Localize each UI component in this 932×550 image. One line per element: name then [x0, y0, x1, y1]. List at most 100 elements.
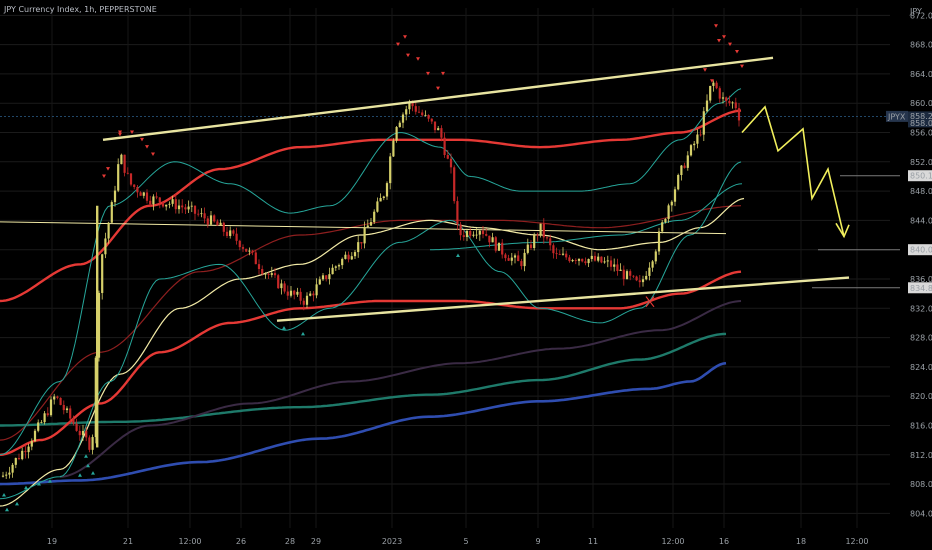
- level-badge-label: 850.1: [910, 172, 932, 181]
- candle-body: [709, 85, 712, 101]
- candle-body: [139, 192, 142, 196]
- candle-body: [645, 275, 648, 280]
- candle-body: [357, 242, 360, 253]
- candle-body: [369, 222, 373, 226]
- candle-body: [328, 274, 331, 280]
- candle-body: [536, 234, 539, 236]
- candle-body: [312, 293, 315, 296]
- candle-body: [725, 97, 728, 101]
- candle-body: [648, 267, 651, 276]
- x-tick-label: 12:00: [178, 537, 201, 546]
- candle-body: [107, 222, 110, 239]
- candle-body: [667, 205, 670, 219]
- candle-body: [325, 275, 328, 280]
- candle-body: [62, 404, 65, 411]
- candle-body: [181, 205, 184, 208]
- candle-body: [331, 267, 334, 275]
- candle-body: [235, 233, 238, 241]
- candle-body: [110, 202, 113, 223]
- candle-body: [75, 423, 78, 431]
- candle-body: [549, 238, 552, 246]
- candle-body: [241, 247, 245, 249]
- candle-body: [670, 201, 673, 206]
- candle-body: [85, 430, 88, 438]
- candle-body: [193, 205, 197, 214]
- candle-body: [661, 222, 664, 232]
- candle-body: [481, 230, 485, 235]
- candle-body: [296, 291, 299, 295]
- candle-body: [232, 230, 235, 234]
- candle-body: [433, 121, 437, 131]
- y-tick-label: 820.0: [910, 392, 932, 401]
- candle-body: [501, 242, 504, 255]
- chart-svg[interactable]: 804.0 808.0 812.0 816.0 820.0 824.0 828.0 832.0…: [0, 0, 932, 550]
- candle-body: [721, 97, 725, 99]
- candle-body: [126, 172, 129, 174]
- candle-body: [523, 252, 526, 267]
- candle-body: [622, 269, 625, 280]
- candle-body: [456, 201, 459, 225]
- candle-body: [478, 230, 481, 235]
- candle-body: [197, 213, 200, 215]
- candle-body: [635, 276, 638, 281]
- candle-body: [302, 300, 305, 305]
- candle-body: [651, 261, 654, 268]
- candle-body: [600, 256, 603, 263]
- candle-body: [254, 252, 257, 265]
- y-tick-label: 844.0: [910, 216, 932, 225]
- candle-body: [21, 450, 24, 460]
- candle-body: [229, 230, 232, 236]
- candle-body: [158, 197, 161, 203]
- candle-body: [453, 167, 456, 202]
- y-tick-label: 832.0: [910, 304, 932, 313]
- candle-body: [654, 251, 657, 262]
- candle-body: [206, 218, 209, 225]
- breakout-candle: [96, 205, 99, 448]
- candle-body: [117, 164, 120, 191]
- symbol-badge-label: JPYX: [887, 112, 906, 121]
- candle-body: [718, 88, 721, 99]
- candle-body: [251, 250, 254, 253]
- current-price-label: 858.0: [910, 119, 932, 128]
- y-tick-label: 824.0: [910, 363, 932, 372]
- x-tick-label: 29: [311, 537, 321, 546]
- candle-body: [1, 475, 5, 477]
- x-tick-label: 12:00: [845, 537, 868, 546]
- candle-body: [485, 234, 488, 236]
- candle-body: [597, 256, 600, 261]
- candle-body: [190, 205, 193, 207]
- candle-body: [337, 265, 341, 267]
- y-tick-label: 856.0: [910, 129, 932, 138]
- y-tick-label: 864.0: [910, 70, 932, 79]
- candle-body: [261, 268, 264, 274]
- candle-body: [392, 140, 395, 157]
- candle-body: [734, 102, 737, 109]
- candle-body: [78, 430, 81, 436]
- candle-body: [459, 224, 462, 236]
- candle-body: [440, 128, 443, 138]
- candle-body: [699, 134, 702, 136]
- candle-body: [689, 145, 693, 156]
- candle-body: [469, 230, 472, 236]
- x-tick-label: 16: [719, 537, 729, 546]
- candle-body: [542, 223, 545, 238]
- candle-body: [14, 458, 17, 465]
- candle-body: [638, 280, 641, 283]
- candle-body: [437, 128, 440, 131]
- candle-body: [533, 234, 536, 249]
- level-badge-label: 834.8: [910, 284, 932, 293]
- candle-body: [353, 252, 357, 257]
- candle-body: [161, 202, 165, 207]
- x-tick-label: 19: [47, 537, 57, 546]
- candle-body: [376, 201, 379, 212]
- y-tick-label: 860.0: [910, 99, 932, 108]
- candle-body: [264, 273, 267, 275]
- x-tick-label: 21: [123, 537, 133, 546]
- candle-body: [30, 441, 33, 447]
- x-tick-label: 12:00: [661, 537, 684, 546]
- candle-body: [449, 158, 453, 168]
- candle-body: [88, 437, 91, 450]
- candle-body: [715, 82, 718, 89]
- y-tick-label: 848.0: [910, 187, 932, 196]
- candle-body: [171, 199, 174, 204]
